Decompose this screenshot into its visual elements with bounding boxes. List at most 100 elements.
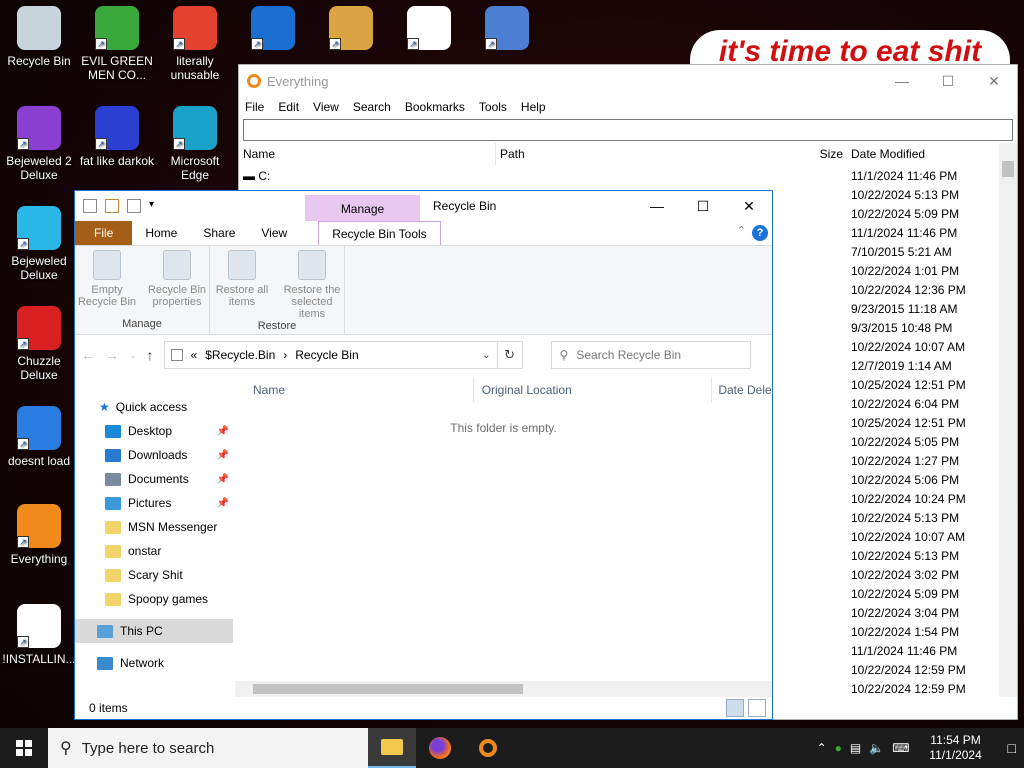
close-icon[interactable]: ✕ <box>726 191 772 221</box>
nav-item[interactable]: onstar <box>75 539 233 563</box>
date-modified-cell[interactable]: 10/22/2024 5:13 PM <box>851 186 1001 205</box>
pin-icon[interactable]: 📌 <box>217 498 229 509</box>
recycle-bin-properties-button[interactable]: Recycle Bin properties <box>145 250 209 318</box>
nav-network[interactable]: Network <box>75 651 233 675</box>
refresh-icon[interactable]: ↻ <box>496 341 523 369</box>
tab-view[interactable]: View <box>248 221 300 245</box>
menu-item[interactable]: Edit <box>278 100 299 114</box>
date-modified-cell[interactable]: 10/22/2024 3:04 PM <box>851 604 1001 623</box>
back-icon[interactable]: ← <box>81 347 95 363</box>
recent-chevron-icon[interactable]: ⌄ <box>129 350 137 361</box>
taskbar-firefox[interactable] <box>416 728 464 768</box>
desktop-icon[interactable]: ↗ <box>234 6 312 54</box>
date-modified-cell[interactable]: 10/22/2024 5:09 PM <box>851 205 1001 224</box>
desktop-icon[interactable]: ↗ <box>312 6 390 54</box>
menu-item[interactable]: Help <box>521 100 546 114</box>
file-list[interactable]: Name Original Location Date Dele This fo… <box>235 377 772 679</box>
desktop-icon[interactable]: ↗ Chuzzle Deluxe <box>0 306 78 382</box>
nav-item[interactable]: Spoopy games <box>75 587 233 611</box>
close-icon[interactable]: ✕ <box>971 65 1017 97</box>
column-name[interactable]: Name <box>235 377 474 403</box>
large-icons-view-icon[interactable] <box>748 699 766 717</box>
column-path[interactable]: Path <box>495 143 751 165</box>
desktop-icon[interactable]: ↗ <box>468 6 546 54</box>
minimize-icon[interactable]: — <box>879 65 925 97</box>
chevron-up-icon[interactable]: ⌃ <box>817 741 827 755</box>
date-modified-cell[interactable]: 10/22/2024 1:54 PM <box>851 623 1001 642</box>
date-modified-cell[interactable]: 7/10/2015 5:21 AM <box>851 243 1001 262</box>
msn-tray-icon[interactable]: ● <box>835 741 842 755</box>
minimize-icon[interactable]: — <box>634 191 680 221</box>
up-icon[interactable]: ↑ <box>147 347 154 363</box>
properties-icon[interactable] <box>105 199 119 213</box>
date-modified-cell[interactable]: 12/7/2019 1:14 AM <box>851 357 1001 376</box>
date-modified-cell[interactable]: 10/22/2024 5:13 PM <box>851 547 1001 566</box>
help-icon[interactable]: ? <box>752 225 768 241</box>
nav-item[interactable]: Scary Shit <box>75 563 233 587</box>
desktop-icon[interactable]: ↗ EVIL GREEN MEN CO... <box>78 6 156 82</box>
everything-titlebar[interactable]: Everything — ☐ ✕ <box>239 65 1017 97</box>
date-modified-cell[interactable]: 11/1/2024 11:46 PM <box>851 642 1001 661</box>
date-modified-cell[interactable]: 10/22/2024 5:06 PM <box>851 471 1001 490</box>
date-modified-cell[interactable]: 10/22/2024 12:59 PM <box>851 661 1001 680</box>
taskbar-file-explorer[interactable] <box>368 728 416 768</box>
scroll-thumb[interactable] <box>1002 161 1014 177</box>
explorer-window[interactable]: ▾ Manage Recycle Bin — ☐ ✕ File Home Sha… <box>74 190 773 720</box>
nav-item[interactable]: Documents 📌 <box>75 467 233 491</box>
date-modified-cell[interactable]: 10/22/2024 5:13 PM <box>851 509 1001 528</box>
everything-search-input[interactable] <box>243 119 1013 141</box>
breadcrumb-current[interactable]: Recycle Bin <box>295 348 358 362</box>
date-modified-cell[interactable]: 11/1/2024 11:46 PM <box>851 167 1001 186</box>
tab-recycle-bin-tools[interactable]: Recycle Bin Tools <box>318 221 441 245</box>
date-modified-cell[interactable]: 10/22/2024 12:36 PM <box>851 281 1001 300</box>
column-size[interactable]: Size <box>751 143 847 165</box>
notifications-icon[interactable]: □ <box>1008 740 1016 756</box>
address-bar[interactable]: « $Recycle.Bin › Recycle Bin ⌄ <box>163 341 498 369</box>
menu-item[interactable]: Bookmarks <box>405 100 465 114</box>
menu-item[interactable]: File <box>245 100 264 114</box>
maximize-icon[interactable]: ☐ <box>925 65 971 97</box>
nav-item[interactable]: Pictures 📌 <box>75 491 233 515</box>
nav-item[interactable]: Desktop 📌 <box>75 419 233 443</box>
menu-item[interactable]: Tools <box>479 100 507 114</box>
tab-share[interactable]: Share <box>190 221 248 245</box>
breadcrumb-separator[interactable]: › <box>283 348 287 362</box>
taskbar-everything[interactable] <box>464 728 512 768</box>
maximize-icon[interactable]: ☐ <box>680 191 726 221</box>
date-modified-cell[interactable]: 10/22/2024 10:24 PM <box>851 490 1001 509</box>
date-modified-cell[interactable]: 9/3/2015 10:48 PM <box>851 319 1001 338</box>
column-original-location[interactable]: Original Location <box>474 377 713 403</box>
restore-selected-button[interactable]: Restore the selected items <box>280 250 344 320</box>
menu-item[interactable]: Search <box>353 100 391 114</box>
explorer-titlebar[interactable]: ▾ Manage Recycle Bin — ☐ ✕ <box>75 191 772 221</box>
horizontal-scrollbar[interactable] <box>235 681 772 697</box>
new-folder-icon[interactable] <box>127 199 141 213</box>
scroll-thumb[interactable] <box>253 684 523 694</box>
pin-icon[interactable]: 📌 <box>217 450 229 461</box>
date-modified-cell[interactable]: 10/22/2024 5:05 PM <box>851 433 1001 452</box>
desktop-icon[interactable]: Recycle Bin <box>0 6 78 68</box>
date-modified-cell[interactable]: 10/25/2024 12:51 PM <box>851 376 1001 395</box>
network-tray-icon[interactable]: ▤ <box>850 741 861 755</box>
desktop-icon[interactable]: ↗ !INSTALLIN... <box>0 604 78 666</box>
tab-home[interactable]: Home <box>132 221 190 245</box>
menu-item[interactable]: View <box>313 100 339 114</box>
chevron-down-icon[interactable]: ▾ <box>149 199 163 213</box>
address-overflow[interactable]: « <box>191 348 198 362</box>
desktop-icon[interactable]: ↗ fat like darkok <box>78 106 156 168</box>
everything-scrollbar[interactable] <box>999 143 1017 697</box>
chevron-down-icon[interactable]: ⌄ <box>482 350 490 361</box>
date-modified-cell[interactable]: 10/22/2024 1:27 PM <box>851 452 1001 471</box>
date-modified-cell[interactable]: 10/22/2024 10:07 AM <box>851 528 1001 547</box>
desktop-icon[interactable]: ↗ literally unusable <box>156 6 234 82</box>
desktop-icon[interactable]: ↗ doesnt load <box>0 406 78 468</box>
start-button[interactable] <box>0 728 48 768</box>
clock[interactable]: 11:54 PM 11/1/2024 <box>918 733 994 763</box>
date-modified-cell[interactable]: 10/22/2024 10:07 AM <box>851 338 1001 357</box>
date-modified-cell[interactable]: 10/25/2024 12:51 PM <box>851 414 1001 433</box>
search-input[interactable]: ⚲ Search Recycle Bin <box>550 341 751 369</box>
empty-recycle-bin-button[interactable]: Empty Recycle Bin <box>75 250 139 318</box>
desktop-icon[interactable]: ↗ Microsoft Edge <box>156 106 234 182</box>
desktop-icon[interactable]: ↗ <box>390 6 468 54</box>
chevron-up-icon[interactable]: ⌃ <box>737 224 746 237</box>
